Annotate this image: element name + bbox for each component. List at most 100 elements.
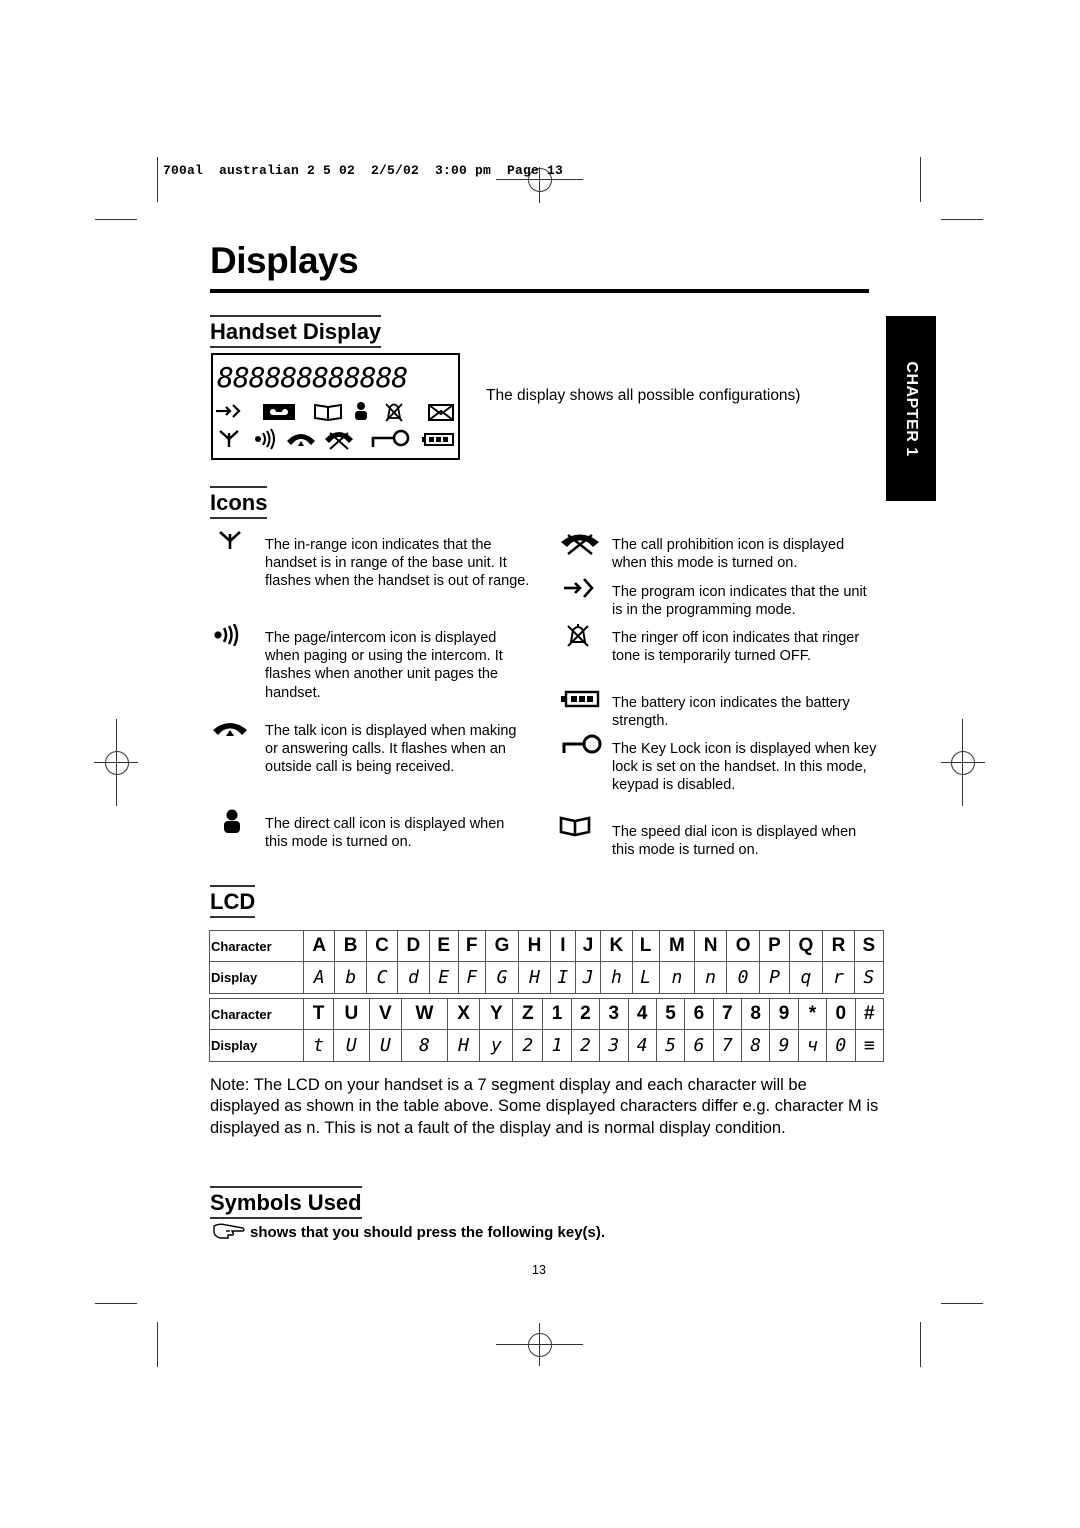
display-cell: 8: [741, 1029, 771, 1062]
display-row: Display t U U 8 Hy 2 1 2 3 4 5 6 7 8 9 ч 0 ≡: [209, 1029, 885, 1062]
character-cell: N: [694, 930, 727, 962]
lcd-character-table-2: Character T U V W X Y Z 1 2 3 4 5 6 7 8 9 * 0 # Display t U U 8…: [209, 998, 885, 1062]
chapter-tab: CHAPTER 1: [886, 316, 936, 501]
message-envelope-icon: [428, 404, 454, 421]
crop-mark: [95, 219, 137, 220]
character-cell: 5: [655, 998, 686, 1030]
display-row: Display Ab Cd E F G H I Jh Ln n 0 Pq r S: [209, 961, 885, 994]
direct-call-person-icon: [224, 809, 240, 833]
display-cell: 7: [712, 1029, 743, 1062]
display-cell: 9: [769, 1029, 799, 1062]
character-cell: U: [333, 998, 370, 1030]
display-cell: n: [694, 961, 727, 994]
display-cell: q: [788, 961, 824, 994]
crop-mark: [941, 219, 983, 220]
icons-heading: Icons: [210, 486, 268, 519]
ringer-off-description: The ringer off icon indicates that ringe…: [612, 630, 860, 665]
page-intercom-description: The page/intercom icon is displayed when…: [265, 630, 503, 701]
call-prohibition-icon: [561, 534, 599, 555]
print-slug: 700al australian 2 5 02 2/5/02 3:00 pm P…: [163, 163, 564, 178]
in-range-antenna-icon: [219, 430, 239, 447]
character-cell: X: [446, 998, 481, 1030]
display-cell: 0: [826, 1029, 856, 1062]
display-cell: n: [658, 961, 696, 994]
display-cell: 3: [599, 1029, 629, 1062]
display-cell: b: [334, 961, 367, 994]
speed-dial-book-icon: [314, 403, 342, 422]
display-cell: r: [822, 961, 855, 994]
display-cell: U: [333, 1029, 370, 1062]
character-cell: M: [658, 930, 696, 962]
character-row: Character A B C D E F G H I J K L M N O P Q R S: [209, 930, 885, 962]
character-cell: 7: [712, 998, 743, 1030]
symbols-used-heading: Symbols Used: [210, 1186, 362, 1219]
character-cell: W: [401, 998, 448, 1030]
display-cell: 2: [512, 1029, 544, 1062]
display-cell: ≡: [854, 1029, 885, 1062]
display-cell: U: [368, 1029, 403, 1062]
display-cell: C: [365, 961, 399, 994]
handset-display-heading: Handset Display: [210, 315, 382, 348]
display-cell: L: [631, 961, 660, 994]
character-cell: 0: [826, 998, 856, 1030]
character-cell: *: [797, 998, 828, 1030]
crop-mark: [920, 157, 921, 202]
display-cell: S: [853, 961, 885, 994]
display-cell: 8: [401, 1029, 448, 1062]
display-cell: 4: [627, 1029, 657, 1062]
page-intercom-icon: [214, 624, 239, 646]
display-caption: The display shows all possible configura…: [486, 387, 801, 404]
title-rule: [210, 289, 869, 293]
display-cell: J: [574, 961, 602, 994]
character-cell: O: [725, 930, 761, 962]
display-cell: h: [600, 961, 633, 994]
display-cell: ч: [797, 1029, 828, 1062]
ringer-off-bell-icon: [385, 403, 403, 422]
crop-mark: [941, 1303, 983, 1304]
lcd-icon-set: [216, 402, 454, 450]
display-cell: 6: [684, 1029, 714, 1062]
speed-dial-description: The speed dial icon is displayed when th…: [612, 824, 857, 859]
crop-mark: [157, 157, 158, 202]
display-cell: A: [302, 961, 336, 994]
display-cell: I: [549, 961, 576, 994]
crop-mark: [920, 1322, 921, 1367]
display-cell: d: [397, 961, 430, 994]
answering-machine-tape-icon: [263, 404, 295, 420]
ringer-off-bell-icon: [567, 624, 589, 647]
character-cell: 3: [599, 998, 629, 1030]
display-cell: 5: [655, 1029, 686, 1062]
display-cell: P: [759, 961, 790, 994]
lcd-note: Note: The LCD on your handset is a 7 seg…: [210, 1076, 879, 1137]
call-prohibition-icon: [325, 432, 353, 450]
character-cell: C: [365, 930, 399, 962]
character-cell: R: [822, 930, 855, 962]
battery-icon: [561, 690, 600, 708]
pointing-hand-icon: [213, 1223, 245, 1239]
program-arrow-icon: [564, 578, 594, 598]
key-lock-icon: [371, 429, 410, 447]
character-cell: Y: [479, 998, 514, 1030]
character-cell: A: [302, 930, 336, 962]
symbol-description: shows that you should press the followin…: [212, 1222, 605, 1241]
character-cell: 4: [627, 998, 657, 1030]
display-cell: y: [479, 1029, 514, 1062]
character-cell: 8: [741, 998, 771, 1030]
character-cell: K: [600, 930, 633, 962]
character-cell: F: [457, 930, 486, 962]
character-cell: D: [397, 930, 430, 962]
character-cell: E: [428, 930, 459, 962]
in-range-description: The in-range icon indicates that the han…: [265, 537, 530, 590]
display-cell: 2: [570, 1029, 601, 1062]
character-cell: 6: [684, 998, 714, 1030]
display-cell: G: [484, 961, 520, 994]
crop-mark: [95, 1303, 137, 1304]
display-cell: H: [518, 961, 551, 994]
battery-description: The battery icon indicates the battery s…: [612, 695, 850, 730]
character-cell: T: [302, 998, 335, 1030]
battery-icon: [422, 433, 454, 446]
character-cell: V: [368, 998, 403, 1030]
call-prohibition-description: The call prohibition icon is displayed w…: [612, 537, 845, 572]
character-row: Character T U V W X Y Z 1 2 3 4 5 6 7 8 9 * 0 #: [209, 998, 885, 1030]
lcd-heading: LCD: [210, 885, 256, 918]
